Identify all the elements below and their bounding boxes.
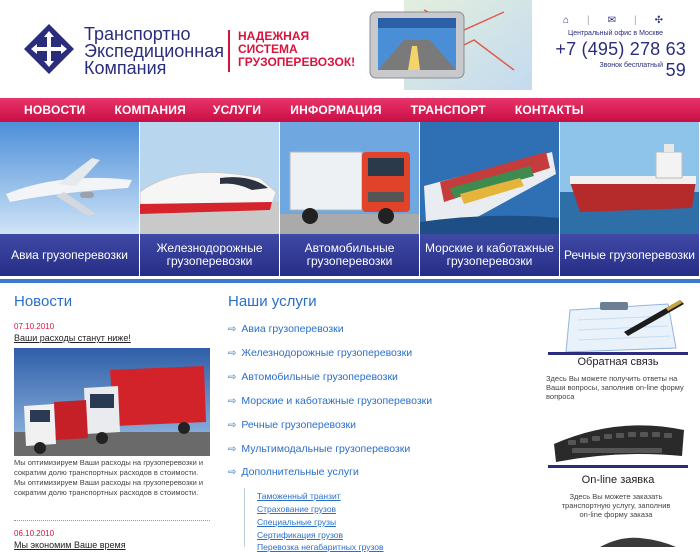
arrow-right-icon: ⇨ xyxy=(228,444,237,455)
phone-note: Звонок бесплатный xyxy=(599,62,663,69)
clipboard-pen-image[interactable] xyxy=(548,292,688,352)
separator: | xyxy=(587,14,590,26)
services-title: Наши услуги xyxy=(228,293,317,310)
tab-sea-cargo[interactable]: Морские и каботажные грузоперевозки xyxy=(420,234,560,276)
arrow-right-icon: ⇨ xyxy=(228,396,237,407)
tab-road-cargo[interactable]: Автомобильные грузоперевозки xyxy=(280,234,420,276)
sitemap-icon[interactable]: ✣ xyxy=(655,15,663,26)
nav-transport[interactable]: ТРАНСПОРТ xyxy=(411,103,486,117)
service-link-additional[interactable]: ⇨ Дополнительные услуги xyxy=(228,466,359,478)
arrow-right-icon: ⇨ xyxy=(228,372,237,383)
home-icon[interactable]: ⌂ xyxy=(563,15,569,26)
header-icons: ⌂ | ✉ | ✣ xyxy=(563,12,663,28)
news-body: Мы оптимизируем Ваши расходы на грузопер… xyxy=(14,458,204,497)
news-headline-link[interactable]: Ваши расходы станут ниже! xyxy=(14,333,131,343)
category-tabs: Авиа грузоперевозки Железнодорожные грузо… xyxy=(0,234,700,276)
arrow-right-icon: ⇨ xyxy=(228,420,237,431)
order-text: Здесь Вы можете заказать транспортную ус… xyxy=(561,492,671,519)
truck-photo[interactable] xyxy=(280,122,420,234)
office-label: Центральный офис в Москве xyxy=(568,30,663,37)
nav-news[interactable]: НОВОСТИ xyxy=(24,103,85,117)
main-nav: НОВОСТИ КОМПАНИЯ УСЛУГИ ИНФОРМАЦИЯ ТРАНС… xyxy=(0,98,700,122)
sub-service-customs[interactable]: Таможенный транзит xyxy=(257,491,341,501)
train-photo[interactable] xyxy=(140,122,280,234)
service-link-multimodal[interactable]: ⇨ Мультимодальные грузоперевозки xyxy=(228,443,410,455)
news-separator xyxy=(14,520,210,521)
nav-information[interactable]: ИНФОРМАЦИЯ xyxy=(290,103,381,117)
tanker-ship-photo[interactable] xyxy=(560,122,700,234)
service-link-river[interactable]: ⇨ Речные грузоперевозки xyxy=(228,419,356,431)
company-name: Транспортно Экспедиционная Компания xyxy=(84,24,224,78)
service-link-road[interactable]: ⇨ Автомобильные грузоперевозки xyxy=(228,371,398,383)
service-link-sea[interactable]: ⇨ Морские и каботажные грузоперевозки xyxy=(228,395,432,407)
arrow-right-icon: ⇨ xyxy=(228,467,237,478)
news-headline-link[interactable]: Мы экономим Ваше время xyxy=(14,540,126,550)
mail-icon[interactable]: ✉ xyxy=(608,15,616,26)
slogan: НАДЕЖНАЯ СИСТЕМА ГРУЗОПЕРЕВОЗОК! xyxy=(238,29,356,69)
sub-service-special[interactable]: Специальные грузы xyxy=(257,517,336,527)
sub-service-oversized[interactable]: Перевозка негабаритных грузов xyxy=(257,542,384,552)
partial-image xyxy=(600,537,676,547)
sub-service-insurance[interactable]: Страхование грузов xyxy=(257,504,336,514)
order-title[interactable]: On-line заявка xyxy=(548,474,688,486)
nav-services[interactable]: УСЛУГИ xyxy=(213,103,261,117)
container-ship-photo[interactable] xyxy=(420,122,560,234)
feedback-text: Здесь Вы можете получить ответы на Ваши … xyxy=(546,374,684,401)
news-date: 06.10.2010 xyxy=(14,529,55,538)
tab-river-cargo[interactable]: Речные грузоперевозки xyxy=(560,234,700,276)
tab-air-cargo[interactable]: Авиа грузоперевозки xyxy=(0,234,140,276)
arrow-right-icon: ⇨ xyxy=(228,348,237,359)
service-link-air[interactable]: ⇨ Авиа грузоперевозки xyxy=(228,323,344,335)
tab-rail-cargo[interactable]: Железнодорожные грузоперевозки xyxy=(140,234,280,276)
feedback-bar xyxy=(548,352,688,355)
nav-company[interactable]: КОМПАНИЯ xyxy=(114,103,185,117)
arrow-right-icon: ⇨ xyxy=(228,324,237,335)
order-bar xyxy=(548,465,688,468)
service-link-rail[interactable]: ⇨ Железнодорожные грузоперевозки xyxy=(228,347,412,359)
category-photos xyxy=(0,122,700,234)
sub-service-certification[interactable]: Сертификация грузов xyxy=(257,530,343,540)
header: Транспортно Экспедиционная Компания НАДЕ… xyxy=(0,0,700,98)
sub-services-line xyxy=(244,488,245,547)
company-logo-icon[interactable] xyxy=(24,24,74,74)
keyboard-image[interactable] xyxy=(548,410,688,465)
gps-navigator-image xyxy=(369,0,532,90)
phone-number[interactable]: +7 (495) 278 63 59 xyxy=(536,39,686,81)
header-divider xyxy=(228,30,230,72)
separator: | xyxy=(634,14,637,26)
news-title: Новости xyxy=(14,293,73,310)
feedback-title[interactable]: Обратная связь xyxy=(548,356,688,368)
news-date: 07.10.2010 xyxy=(14,322,55,331)
section-divider xyxy=(0,279,700,283)
airplane-photo[interactable] xyxy=(0,122,140,234)
nav-contacts[interactable]: КОНТАКТЫ xyxy=(515,103,584,117)
news-trucks-image[interactable] xyxy=(14,348,210,456)
